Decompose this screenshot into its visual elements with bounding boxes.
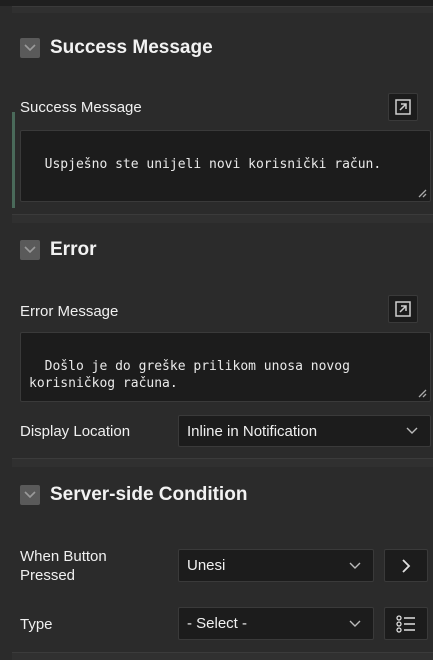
error-message-textarea[interactable]: Došlo je do greške prilikom unosa novog … — [20, 332, 431, 402]
top-divider — [12, 6, 433, 13]
go-to-button[interactable] — [384, 549, 428, 582]
success-message-textarea[interactable]: Uspješno ste unijeli novi korisnički rač… — [20, 130, 431, 202]
type-select[interactable]: - Select - — [178, 607, 374, 640]
list-of-values-button[interactable] — [384, 607, 428, 640]
type-value: - Select - — [187, 615, 248, 632]
when-button-pressed-select[interactable]: Unesi — [178, 549, 374, 582]
success-message-text: Uspješno ste unijeli novi korisnički rač… — [44, 157, 382, 172]
expand-icon — [395, 99, 411, 115]
display-location-value: Inline in Notification — [187, 422, 318, 440]
when-button-pressed-label: When Button Pressed — [20, 548, 107, 584]
condition-section-header[interactable]: Server-side Condition — [12, 481, 433, 509]
resize-handle-icon[interactable] — [417, 188, 427, 198]
field-accent — [12, 112, 15, 208]
chevron-down-icon[interactable] — [20, 485, 40, 505]
success-section-header[interactable]: Success Message — [12, 34, 433, 62]
chevron-down-icon — [349, 562, 361, 569]
success-message-label: Success Message — [20, 99, 142, 116]
error-message-text: Došlo je do greške prilikom unosa novog … — [29, 359, 350, 391]
error-message-label: Error Message — [20, 303, 119, 320]
chevron-right-icon — [402, 558, 411, 573]
resize-handle-icon[interactable] — [417, 388, 427, 398]
success-expand-button[interactable] — [388, 93, 418, 121]
chevron-down-icon — [349, 620, 361, 627]
chevron-down-icon[interactable] — [20, 38, 40, 58]
error-section-header[interactable]: Error — [12, 236, 433, 264]
error-expand-button[interactable] — [388, 295, 418, 323]
chevron-down-icon[interactable] — [20, 240, 40, 260]
expand-icon — [395, 301, 411, 317]
section-title: Server-side Condition — [50, 484, 248, 505]
section-divider — [12, 214, 433, 223]
type-label: Type — [20, 616, 53, 633]
when-button-pressed-value: Unesi — [187, 557, 226, 574]
section-divider — [12, 458, 433, 467]
chevron-down-icon — [406, 427, 418, 434]
display-location-label: Display Location — [20, 423, 131, 440]
section-title: Success Message — [50, 37, 213, 58]
display-location-select[interactable]: Inline in Notification — [178, 415, 431, 447]
list-icon — [396, 614, 415, 633]
section-title: Error — [50, 239, 97, 260]
